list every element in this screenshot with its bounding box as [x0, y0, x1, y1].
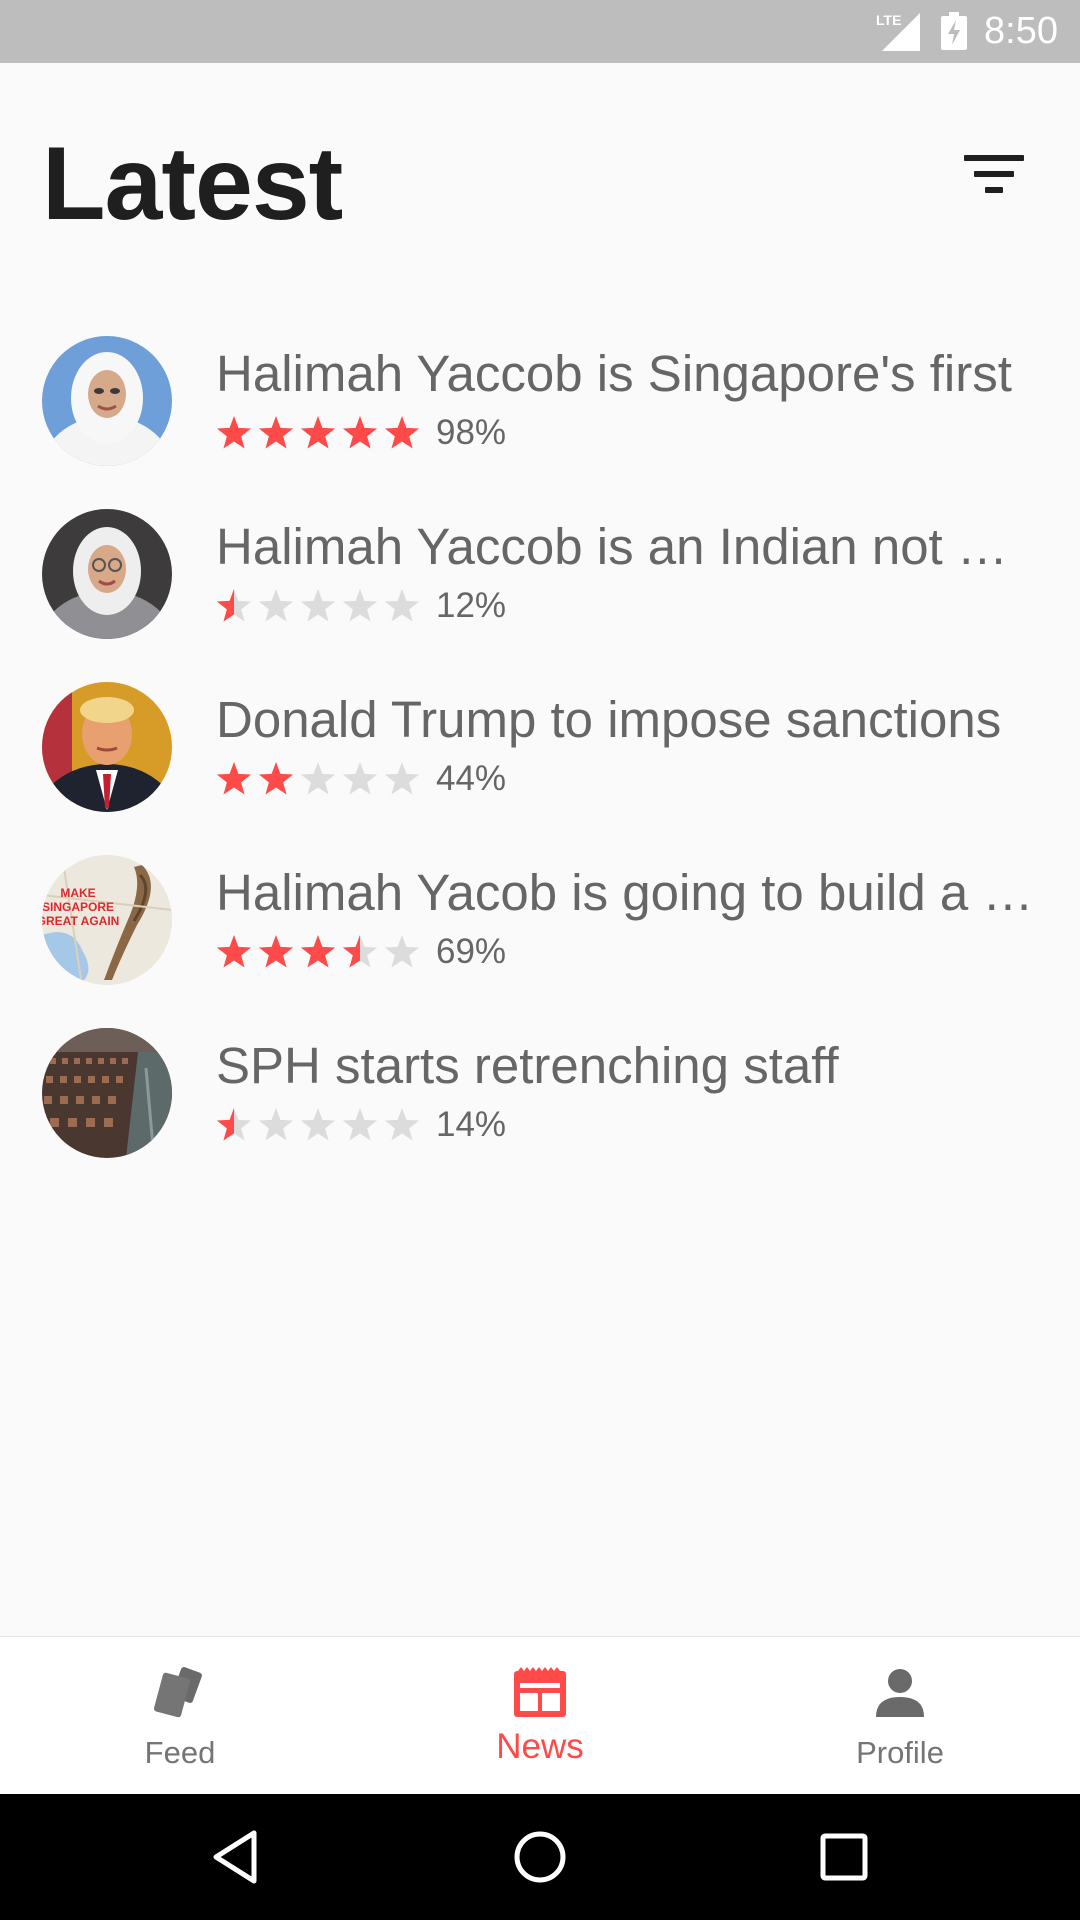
- star-empty-icon: [300, 1108, 336, 1141]
- nav-profile-label: Profile: [856, 1735, 944, 1770]
- news-thumbnail: MAKE SINGAPORE GREAT AGAIN: [42, 855, 172, 985]
- nav-feed-label: Feed: [144, 1735, 216, 1770]
- rating-stars: [216, 1108, 420, 1141]
- system-navigation-bar: [0, 1794, 1080, 1920]
- star-filled-icon: [258, 762, 294, 795]
- status-bar: LTE 8:50: [0, 0, 1080, 63]
- star-empty-icon: [384, 1108, 420, 1141]
- recents-square-icon[interactable]: [814, 1827, 874, 1887]
- battery-charging-icon: [941, 12, 967, 50]
- rating-percent: 14%: [436, 1105, 507, 1144]
- rating-stars: [216, 762, 420, 795]
- poster-text-line3: GREAT AGAIN: [42, 914, 119, 928]
- lte-signal-icon: LTE: [876, 12, 920, 51]
- poster-text-line1: MAKE: [60, 886, 95, 900]
- rating-stars: [216, 935, 420, 968]
- bottom-navigation: Feed News Profile: [0, 1636, 1080, 1794]
- star-filled-icon: [342, 416, 378, 449]
- star-empty-icon: [258, 589, 294, 622]
- rating-stars: [216, 589, 420, 622]
- star-empty-icon: [258, 1108, 294, 1141]
- news-title: Halimah Yacob is going to build a wall: [216, 864, 1036, 921]
- star-filled-icon: [216, 762, 252, 795]
- news-title: Donald Trump to impose sanctions: [216, 691, 1002, 748]
- page-title: Latest: [42, 126, 343, 242]
- filter-list-icon: [964, 155, 1024, 161]
- back-triangle-icon[interactable]: [206, 1827, 266, 1887]
- star-empty-icon: [342, 1108, 378, 1141]
- news-title: SPH starts retrenching staff: [216, 1037, 839, 1094]
- nav-news-label: News: [496, 1727, 584, 1766]
- news-item[interactable]: Donald Trump to impose sanctions 44%: [0, 676, 1080, 836]
- rating-percent: 12%: [436, 586, 507, 625]
- rating-percent: 98%: [436, 413, 507, 452]
- network-label: LTE: [876, 12, 901, 28]
- news-thumbnail: [42, 509, 172, 639]
- star-filled-icon: [300, 416, 336, 449]
- news-item[interactable]: Halimah Yaccob is an Indian not Malay 12…: [0, 503, 1080, 663]
- poster-text-line2: SINGAPORE: [42, 900, 114, 914]
- nav-profile[interactable]: Profile: [720, 1637, 1080, 1795]
- star-filled-icon: [216, 935, 252, 968]
- rating-stars: [216, 416, 420, 449]
- news-thumbnail: [42, 682, 172, 812]
- status-time: 8:50: [984, 10, 1058, 52]
- person-icon: [876, 1669, 924, 1717]
- star-empty-icon: [384, 762, 420, 795]
- star-empty-icon: [300, 762, 336, 795]
- news-thumbnail: [42, 336, 172, 466]
- nav-feed[interactable]: Feed: [0, 1637, 360, 1795]
- news-item[interactable]: MAKE SINGAPORE GREAT AGAIN Halimah Yacob…: [0, 849, 1080, 1009]
- home-circle-icon[interactable]: [510, 1827, 570, 1887]
- star-empty-icon: [342, 762, 378, 795]
- rating-percent: 44%: [436, 759, 507, 798]
- star-filled-icon: [300, 935, 336, 968]
- news-thumbnail: [42, 1028, 172, 1158]
- news-title: Halimah Yaccob is Singapore's first: [216, 345, 1012, 402]
- rating-percent: 69%: [436, 932, 507, 971]
- news-item[interactable]: Halimah Yaccob is Singapore's first 98%: [0, 330, 1080, 490]
- news-item[interactable]: SPH starts retrenching staff 14%: [0, 1022, 1080, 1182]
- star-filled-icon: [384, 416, 420, 449]
- star-empty-icon: [300, 589, 336, 622]
- filter-button[interactable]: [952, 150, 1028, 210]
- cards-icon: [153, 1667, 202, 1718]
- newspaper-icon: [514, 1667, 566, 1717]
- star-empty-icon: [384, 589, 420, 622]
- star-filled-icon: [258, 416, 294, 449]
- news-title: Halimah Yaccob is an Indian not Malay: [216, 518, 1036, 575]
- star-filled-icon: [258, 935, 294, 968]
- star-filled-icon: [216, 416, 252, 449]
- star-empty-icon: [384, 935, 420, 968]
- nav-news[interactable]: News: [360, 1637, 720, 1795]
- star-empty-icon: [342, 589, 378, 622]
